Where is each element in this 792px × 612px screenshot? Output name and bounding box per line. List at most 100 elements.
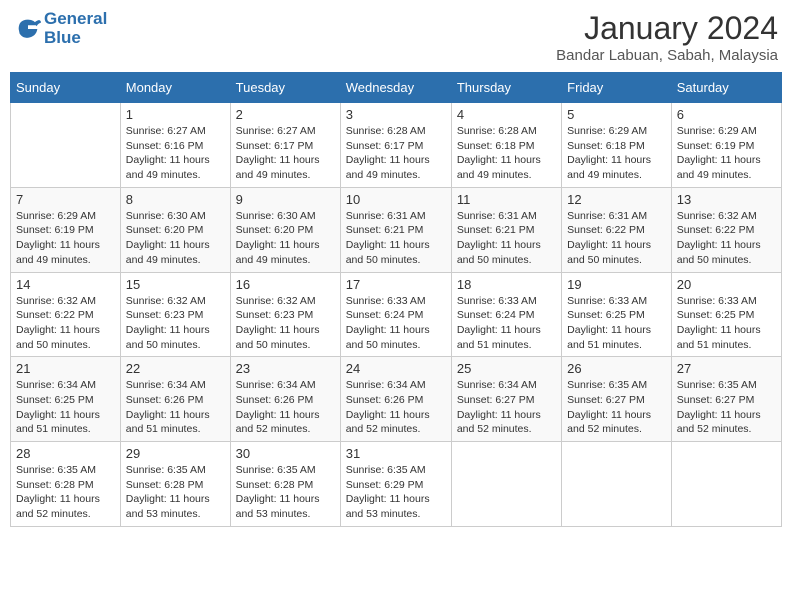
- day-number: 9: [236, 192, 335, 207]
- calendar-cell: 4 Sunrise: 6:28 AMSunset: 6:18 PMDaylight…: [451, 103, 561, 188]
- day-info: Sunrise: 6:27 AMSunset: 6:17 PMDaylight:…: [236, 124, 335, 183]
- calendar-cell: [451, 442, 561, 527]
- day-info: Sunrise: 6:35 AMSunset: 6:28 PMDaylight:…: [236, 463, 335, 522]
- day-info: Sunrise: 6:31 AMSunset: 6:21 PMDaylight:…: [346, 209, 446, 268]
- day-info: Sunrise: 6:33 AMSunset: 6:25 PMDaylight:…: [677, 294, 776, 353]
- day-number: 21: [16, 361, 115, 376]
- day-info: Sunrise: 6:32 AMSunset: 6:23 PMDaylight:…: [126, 294, 225, 353]
- header-thursday: Thursday: [451, 73, 561, 103]
- calendar-cell: 25Sunrise: 6:34 AMSunset: 6:27 PMDayligh…: [451, 357, 561, 442]
- calendar-cell: 30 Sunrise: 6:35 AMSunset: 6:28 PMDayligh…: [230, 442, 340, 527]
- day-number: 12: [567, 192, 666, 207]
- logo-text: General Blue: [44, 10, 107, 47]
- day-info: Sunrise: 6:29 AMSunset: 6:19 PMDaylight:…: [16, 209, 115, 268]
- day-info: Sunrise: 6:30 AMSunset: 6:20 PMDaylight:…: [236, 209, 335, 268]
- day-info: Sunrise: 6:33 AMSunset: 6:24 PMDaylight:…: [457, 294, 556, 353]
- day-number: 5: [567, 107, 666, 122]
- day-number: 27: [677, 361, 776, 376]
- calendar-cell: 21 Sunrise: 6:34 AMSunset: 6:25 PMDayligh…: [11, 357, 121, 442]
- calendar-cell: 10 Sunrise: 6:31 AMSunset: 6:21 PMDayligh…: [340, 187, 451, 272]
- logo-icon: [14, 15, 42, 43]
- calendar-cell: 26 Sunrise: 6:35 AMSunset: 6:27 PMDayligh…: [562, 357, 672, 442]
- header-monday: Monday: [120, 73, 230, 103]
- day-info: Sunrise: 6:34 AMSunset: 6:26 PMDaylight:…: [126, 378, 225, 437]
- calendar-cell: 13Sunrise: 6:32 AMSunset: 6:22 PMDayligh…: [671, 187, 781, 272]
- calendar-cell: 24 Sunrise: 6:34 AMSunset: 6:26 PMDayligh…: [340, 357, 451, 442]
- calendar-cell: 22Sunrise: 6:34 AMSunset: 6:26 PMDayligh…: [120, 357, 230, 442]
- calendar-cell: 9 Sunrise: 6:30 AMSunset: 6:20 PMDaylight…: [230, 187, 340, 272]
- logo: General Blue: [14, 10, 107, 47]
- calendar-cell: 28 Sunrise: 6:35 AMSunset: 6:28 PMDayligh…: [11, 442, 121, 527]
- day-info: Sunrise: 6:35 AMSunset: 6:28 PMDaylight:…: [16, 463, 115, 522]
- day-info: Sunrise: 6:29 AMSunset: 6:19 PMDaylight:…: [677, 124, 776, 183]
- day-info: Sunrise: 6:28 AMSunset: 6:17 PMDaylight:…: [346, 124, 446, 183]
- header-friday: Friday: [562, 73, 672, 103]
- calendar-cell: 3 Sunrise: 6:28 AMSunset: 6:17 PMDaylight…: [340, 103, 451, 188]
- day-number: 28: [16, 446, 115, 461]
- calendar-cell: 8 Sunrise: 6:30 AMSunset: 6:20 PMDaylight…: [120, 187, 230, 272]
- day-info: Sunrise: 6:32 AMSunset: 6:22 PMDaylight:…: [16, 294, 115, 353]
- day-info: Sunrise: 6:27 AMSunset: 6:16 PMDaylight:…: [126, 124, 225, 183]
- calendar-cell: 29 Sunrise: 6:35 AMSunset: 6:28 PMDayligh…: [120, 442, 230, 527]
- calendar-cell: 15Sunrise: 6:32 AMSunset: 6:23 PMDayligh…: [120, 272, 230, 357]
- day-number: 14: [16, 277, 115, 292]
- day-info: Sunrise: 6:35 AMSunset: 6:27 PMDaylight:…: [567, 378, 666, 437]
- week-row-1: 1 Sunrise: 6:27 AMSunset: 6:16 PMDaylight…: [11, 103, 782, 188]
- day-number: 7: [16, 192, 115, 207]
- day-info: Sunrise: 6:29 AMSunset: 6:18 PMDaylight:…: [567, 124, 666, 183]
- day-number: 4: [457, 107, 556, 122]
- week-row-2: 7 Sunrise: 6:29 AMSunset: 6:19 PMDaylight…: [11, 187, 782, 272]
- header-tuesday: Tuesday: [230, 73, 340, 103]
- day-number: 30: [236, 446, 335, 461]
- day-number: 29: [126, 446, 225, 461]
- day-info: Sunrise: 6:28 AMSunset: 6:18 PMDaylight:…: [457, 124, 556, 183]
- day-number: 10: [346, 192, 446, 207]
- week-row-4: 21 Sunrise: 6:34 AMSunset: 6:25 PMDayligh…: [11, 357, 782, 442]
- day-number: 26: [567, 361, 666, 376]
- day-info: Sunrise: 6:35 AMSunset: 6:28 PMDaylight:…: [126, 463, 225, 522]
- day-number: 23: [236, 361, 335, 376]
- location: Bandar Labuan, Sabah, Malaysia: [556, 47, 778, 64]
- week-row-3: 14 Sunrise: 6:32 AMSunset: 6:22 PMDayligh…: [11, 272, 782, 357]
- day-number: 1: [126, 107, 225, 122]
- header-row: SundayMondayTuesdayWednesdayThursdayFrid…: [11, 73, 782, 103]
- calendar-cell: 20 Sunrise: 6:33 AMSunset: 6:25 PMDayligh…: [671, 272, 781, 357]
- logo-container: General Blue: [14, 10, 107, 47]
- calendar-cell: 17 Sunrise: 6:33 AMSunset: 6:24 PMDayligh…: [340, 272, 451, 357]
- calendar-cell: [671, 442, 781, 527]
- day-info: Sunrise: 6:34 AMSunset: 6:25 PMDaylight:…: [16, 378, 115, 437]
- week-row-5: 28 Sunrise: 6:35 AMSunset: 6:28 PMDayligh…: [11, 442, 782, 527]
- day-info: Sunrise: 6:34 AMSunset: 6:26 PMDaylight:…: [346, 378, 446, 437]
- calendar-cell: 31Sunrise: 6:35 AMSunset: 6:29 PMDayligh…: [340, 442, 451, 527]
- day-number: 16: [236, 277, 335, 292]
- day-number: 19: [567, 277, 666, 292]
- day-info: Sunrise: 6:33 AMSunset: 6:24 PMDaylight:…: [346, 294, 446, 353]
- day-number: 31: [346, 446, 446, 461]
- page-header: General Blue January 2024 Bandar Labuan,…: [10, 10, 782, 64]
- day-number: 8: [126, 192, 225, 207]
- day-number: 24: [346, 361, 446, 376]
- day-number: 20: [677, 277, 776, 292]
- day-info: Sunrise: 6:31 AMSunset: 6:21 PMDaylight:…: [457, 209, 556, 268]
- title-block: January 2024 Bandar Labuan, Sabah, Malay…: [556, 10, 778, 64]
- calendar-cell: 2Sunrise: 6:27 AMSunset: 6:17 PMDaylight…: [230, 103, 340, 188]
- calendar-cell: 7 Sunrise: 6:29 AMSunset: 6:19 PMDaylight…: [11, 187, 121, 272]
- header-saturday: Saturday: [671, 73, 781, 103]
- day-number: 18: [457, 277, 556, 292]
- day-number: 6: [677, 107, 776, 122]
- day-info: Sunrise: 6:34 AMSunset: 6:26 PMDaylight:…: [236, 378, 335, 437]
- calendar-cell: 5 Sunrise: 6:29 AMSunset: 6:18 PMDaylight…: [562, 103, 672, 188]
- day-info: Sunrise: 6:33 AMSunset: 6:25 PMDaylight:…: [567, 294, 666, 353]
- day-number: 25: [457, 361, 556, 376]
- calendar-cell: [11, 103, 121, 188]
- header-sunday: Sunday: [11, 73, 121, 103]
- calendar-cell: 16 Sunrise: 6:32 AMSunset: 6:23 PMDayligh…: [230, 272, 340, 357]
- day-number: 3: [346, 107, 446, 122]
- day-number: 17: [346, 277, 446, 292]
- calendar-cell: 1 Sunrise: 6:27 AMSunset: 6:16 PMDaylight…: [120, 103, 230, 188]
- calendar-cell: 6 Sunrise: 6:29 AMSunset: 6:19 PMDaylight…: [671, 103, 781, 188]
- calendar-cell: 23 Sunrise: 6:34 AMSunset: 6:26 PMDayligh…: [230, 357, 340, 442]
- day-info: Sunrise: 6:30 AMSunset: 6:20 PMDaylight:…: [126, 209, 225, 268]
- day-info: Sunrise: 6:32 AMSunset: 6:23 PMDaylight:…: [236, 294, 335, 353]
- calendar-cell: 18 Sunrise: 6:33 AMSunset: 6:24 PMDayligh…: [451, 272, 561, 357]
